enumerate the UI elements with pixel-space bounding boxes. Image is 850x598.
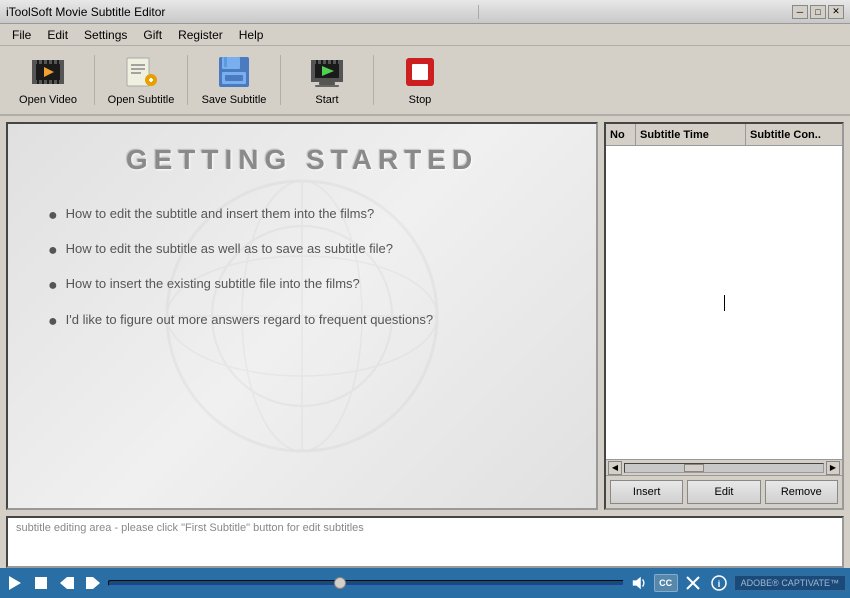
open-subtitle-button[interactable]: Open Subtitle (101, 49, 181, 111)
start-label: Start (315, 94, 338, 106)
minimize-button[interactable]: ─ (792, 5, 808, 19)
info-button[interactable]: i (708, 572, 730, 594)
close-video-button[interactable] (682, 572, 704, 594)
preview-panel: GETTING STARTED ● How to edit the subtit… (6, 122, 598, 510)
progress-track[interactable] (108, 580, 624, 586)
stop-icon (402, 54, 438, 90)
col-time: Subtitle Time (636, 124, 746, 145)
preview-background: GETTING STARTED ● How to edit the subtit… (8, 124, 596, 508)
captivate-badge: ADOBE® CAPTIVATE™ (734, 575, 846, 591)
edit-area[interactable]: subtitle editing area - please click "Fi… (6, 516, 844, 568)
menu-gift[interactable]: Gift (135, 26, 170, 44)
toolbar: Open Video Open Subtitle (0, 46, 850, 116)
open-video-icon (30, 54, 66, 90)
rewind-button[interactable] (56, 572, 78, 594)
scroll-thumb (684, 464, 704, 472)
subtitle-table-body (606, 146, 842, 459)
menu-settings[interactable]: Settings (76, 26, 135, 44)
text-cursor (724, 295, 725, 311)
fast-forward-button[interactable] (82, 572, 104, 594)
toolbar-divider-3 (280, 55, 281, 105)
scroll-track[interactable] (624, 463, 824, 473)
scroll-left-arrow[interactable]: ◀ (608, 461, 622, 475)
stop-playback-button[interactable] (30, 572, 52, 594)
watermark (8, 124, 596, 508)
stop-button[interactable]: Stop (380, 49, 460, 111)
insert-button[interactable]: Insert (610, 480, 683, 504)
toolbar-divider-2 (187, 55, 188, 105)
playback-bar: CC i ADOBE® CAPTIVATE™ (0, 568, 850, 598)
start-icon (309, 54, 345, 90)
title-divider (478, 5, 479, 19)
menu-register[interactable]: Register (170, 26, 231, 44)
menu-file[interactable]: File (4, 26, 39, 44)
cc-button[interactable]: CC (654, 574, 678, 592)
toolbar-divider-1 (94, 55, 95, 105)
open-video-label: Open Video (19, 94, 77, 106)
edit-button[interactable]: Edit (687, 480, 760, 504)
scroll-right-arrow[interactable]: ▶ (826, 461, 840, 475)
menu-help[interactable]: Help (231, 26, 272, 44)
subtitle-panel: No Subtitle Time Subtitle Con.. ◀ ▶ Inse… (604, 122, 844, 510)
subtitle-table-header: No Subtitle Time Subtitle Con.. (606, 124, 842, 146)
menu-edit[interactable]: Edit (39, 26, 76, 44)
save-subtitle-label: Save Subtitle (202, 94, 267, 106)
subtitle-actions: Insert Edit Remove (606, 475, 842, 508)
maximize-button[interactable]: □ (810, 5, 826, 19)
save-subtitle-button[interactable]: Save Subtitle (194, 49, 274, 111)
window-title: iToolSoft Movie Subtitle Editor (6, 5, 165, 19)
close-button[interactable]: ✕ (828, 5, 844, 19)
menu-bar: File Edit Settings Gift Register Help (0, 24, 850, 46)
edit-placeholder: subtitle editing area - please click "Fi… (16, 522, 364, 534)
col-no: No (606, 124, 636, 145)
toolbar-divider-4 (373, 55, 374, 105)
window-controls: ─ □ ✕ (792, 5, 844, 19)
title-bar: iToolSoft Movie Subtitle Editor ─ □ ✕ (0, 0, 850, 24)
svg-text:i: i (717, 579, 720, 589)
progress-thumb[interactable] (334, 577, 346, 589)
open-subtitle-icon (123, 54, 159, 90)
save-subtitle-icon (216, 54, 252, 90)
volume-button[interactable] (628, 572, 650, 594)
open-subtitle-label: Open Subtitle (108, 94, 175, 106)
start-button[interactable]: Start (287, 49, 367, 111)
stop-label: Stop (409, 94, 432, 106)
remove-button[interactable]: Remove (765, 480, 838, 504)
subtitle-scrollbar[interactable]: ◀ ▶ (606, 459, 842, 475)
play-button[interactable] (4, 572, 26, 594)
open-video-button[interactable]: Open Video (8, 49, 88, 111)
col-content: Subtitle Con.. (746, 124, 842, 145)
main-area: GETTING STARTED ● How to edit the subtit… (0, 116, 850, 516)
